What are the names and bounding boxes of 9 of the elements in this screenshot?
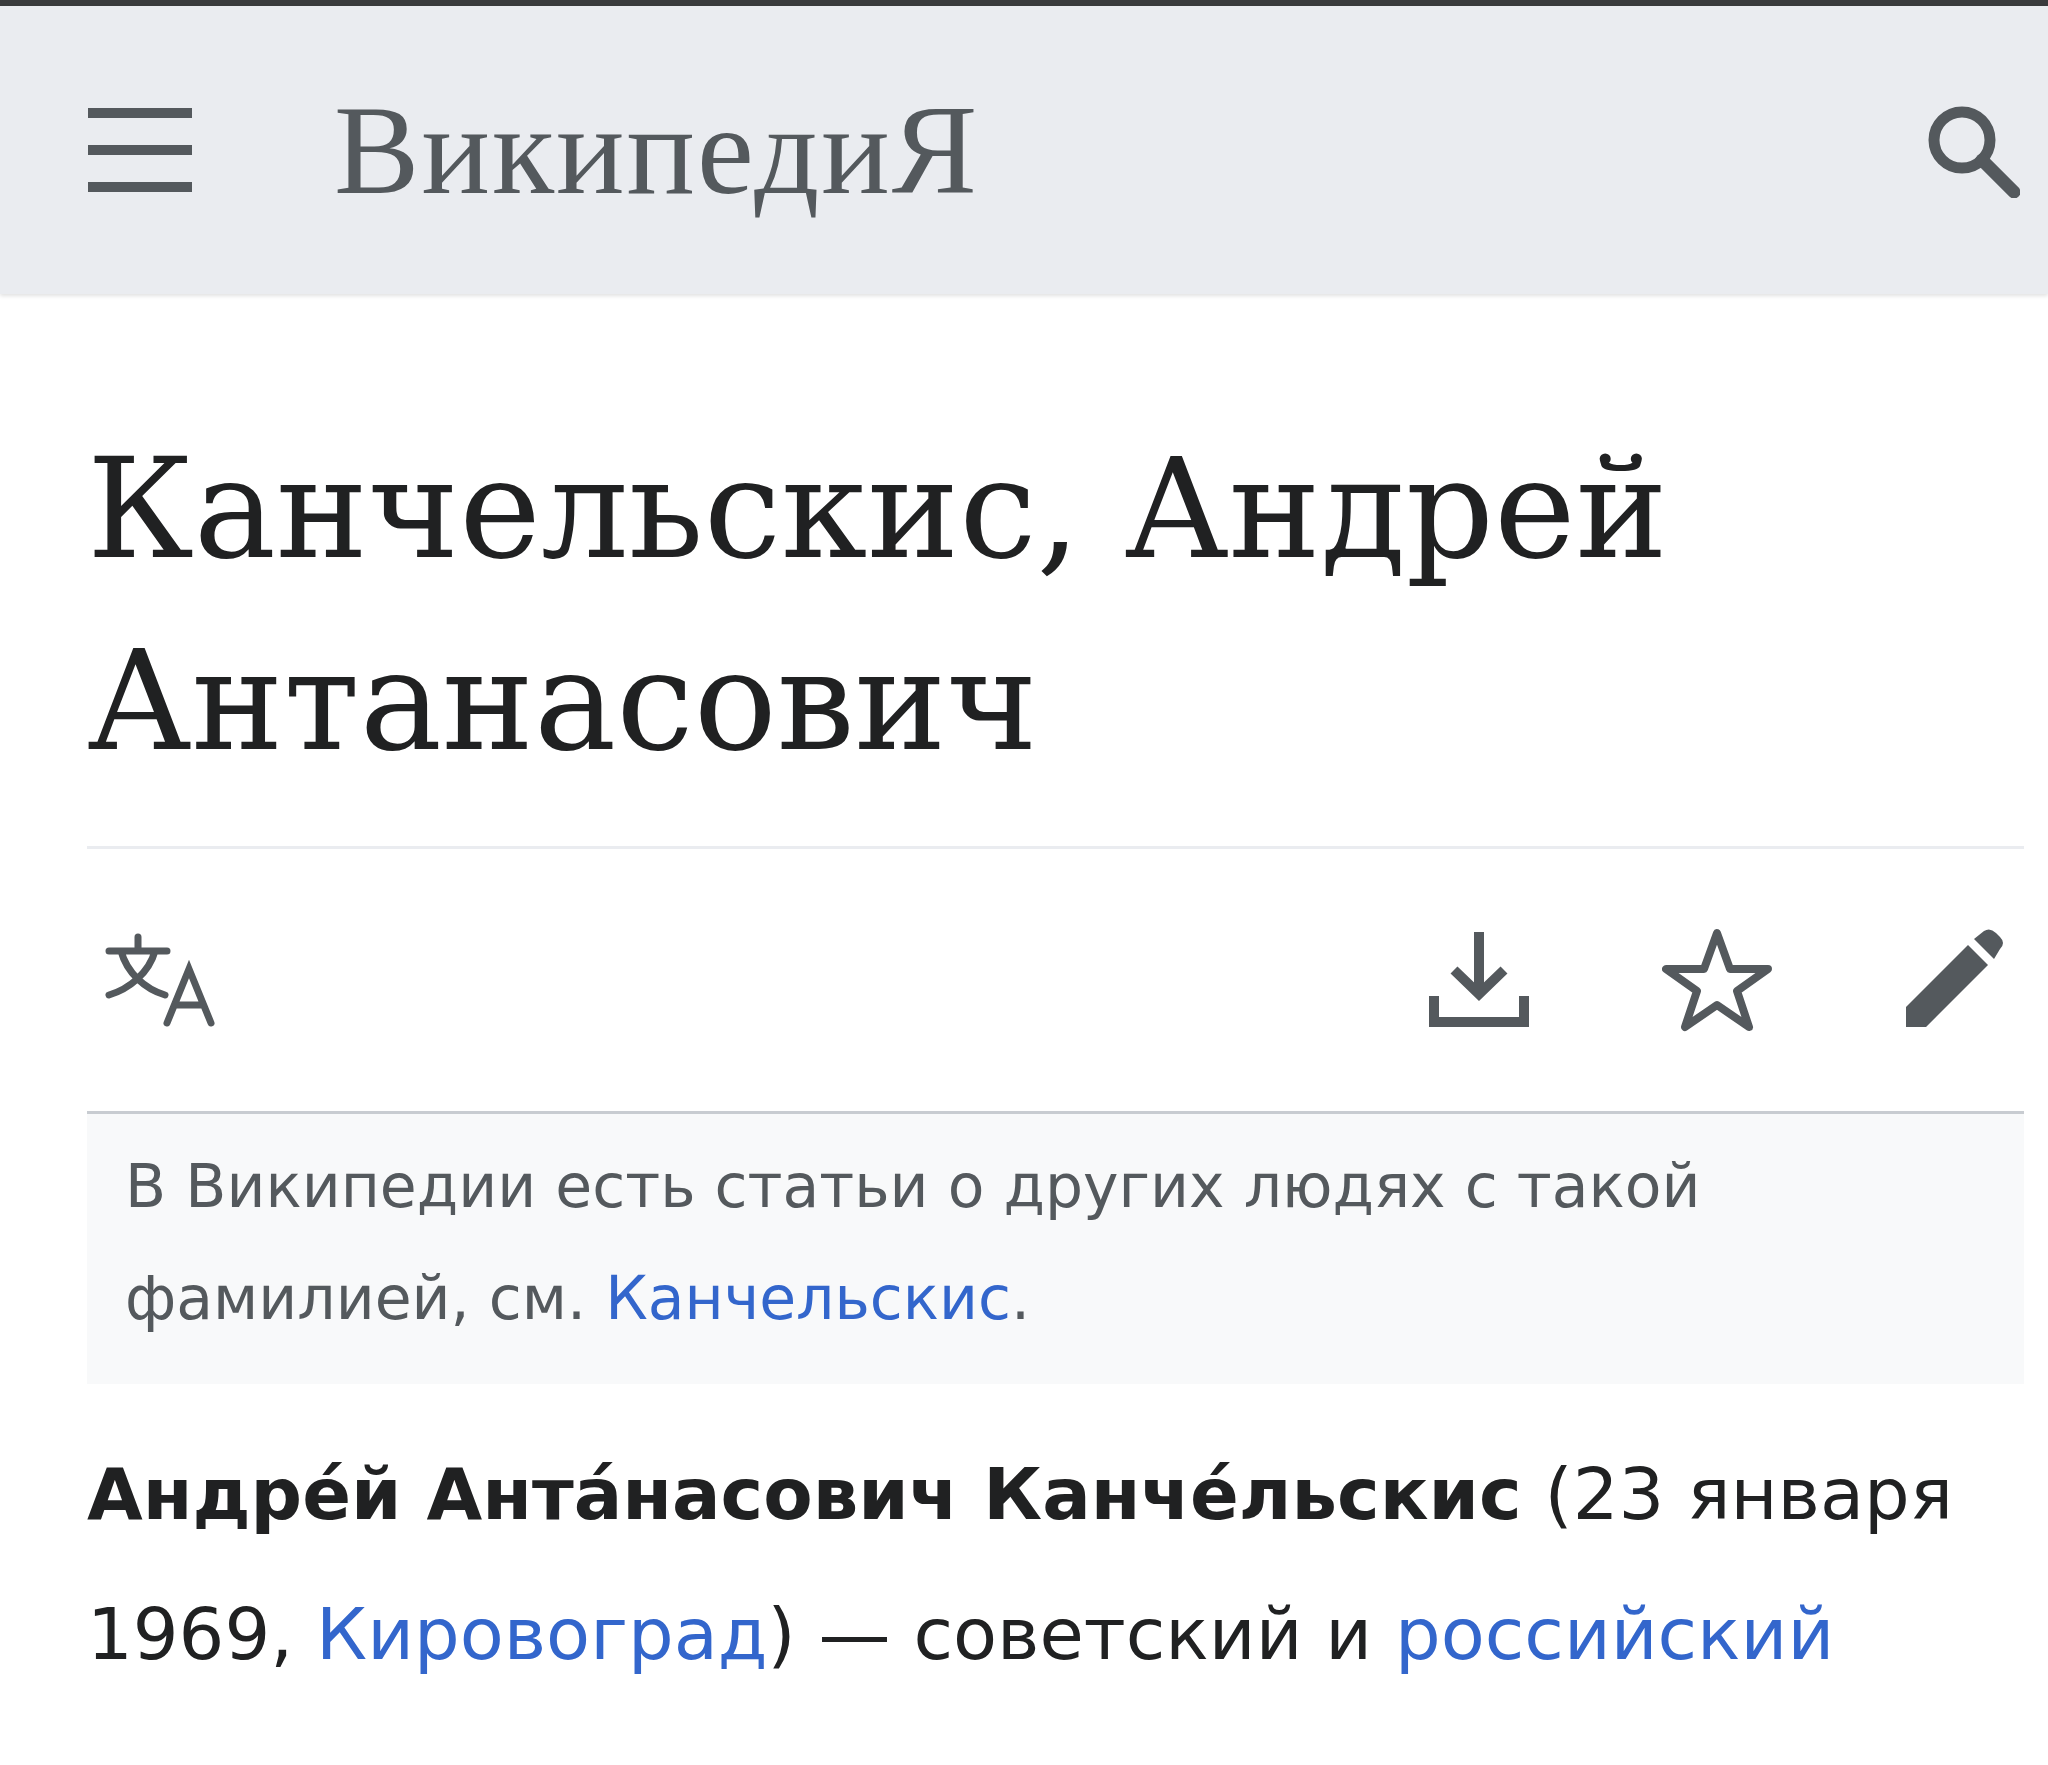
page-title: Канчельскис, Андрей Антанасович xyxy=(87,428,1669,784)
article-paragraph: Андре́й Анта́насович Канче́льскис (23 января 1969, Кировоград) — советский и российский xyxy=(87,1451,1955,1678)
article-link[interactable]: Канчельскис xyxy=(605,1263,1011,1333)
article-link[interactable]: Кировоград xyxy=(316,1592,768,1676)
article-link[interactable]: российский xyxy=(1395,1592,1835,1676)
menu-icon[interactable] xyxy=(88,108,192,192)
hatnote: В Википедии есть статьи о других людях с такой фамилией, см. Канчельскис. xyxy=(87,1114,2024,1384)
star-icon[interactable] xyxy=(1662,927,1772,1033)
download-icon[interactable] xyxy=(1428,930,1530,1030)
